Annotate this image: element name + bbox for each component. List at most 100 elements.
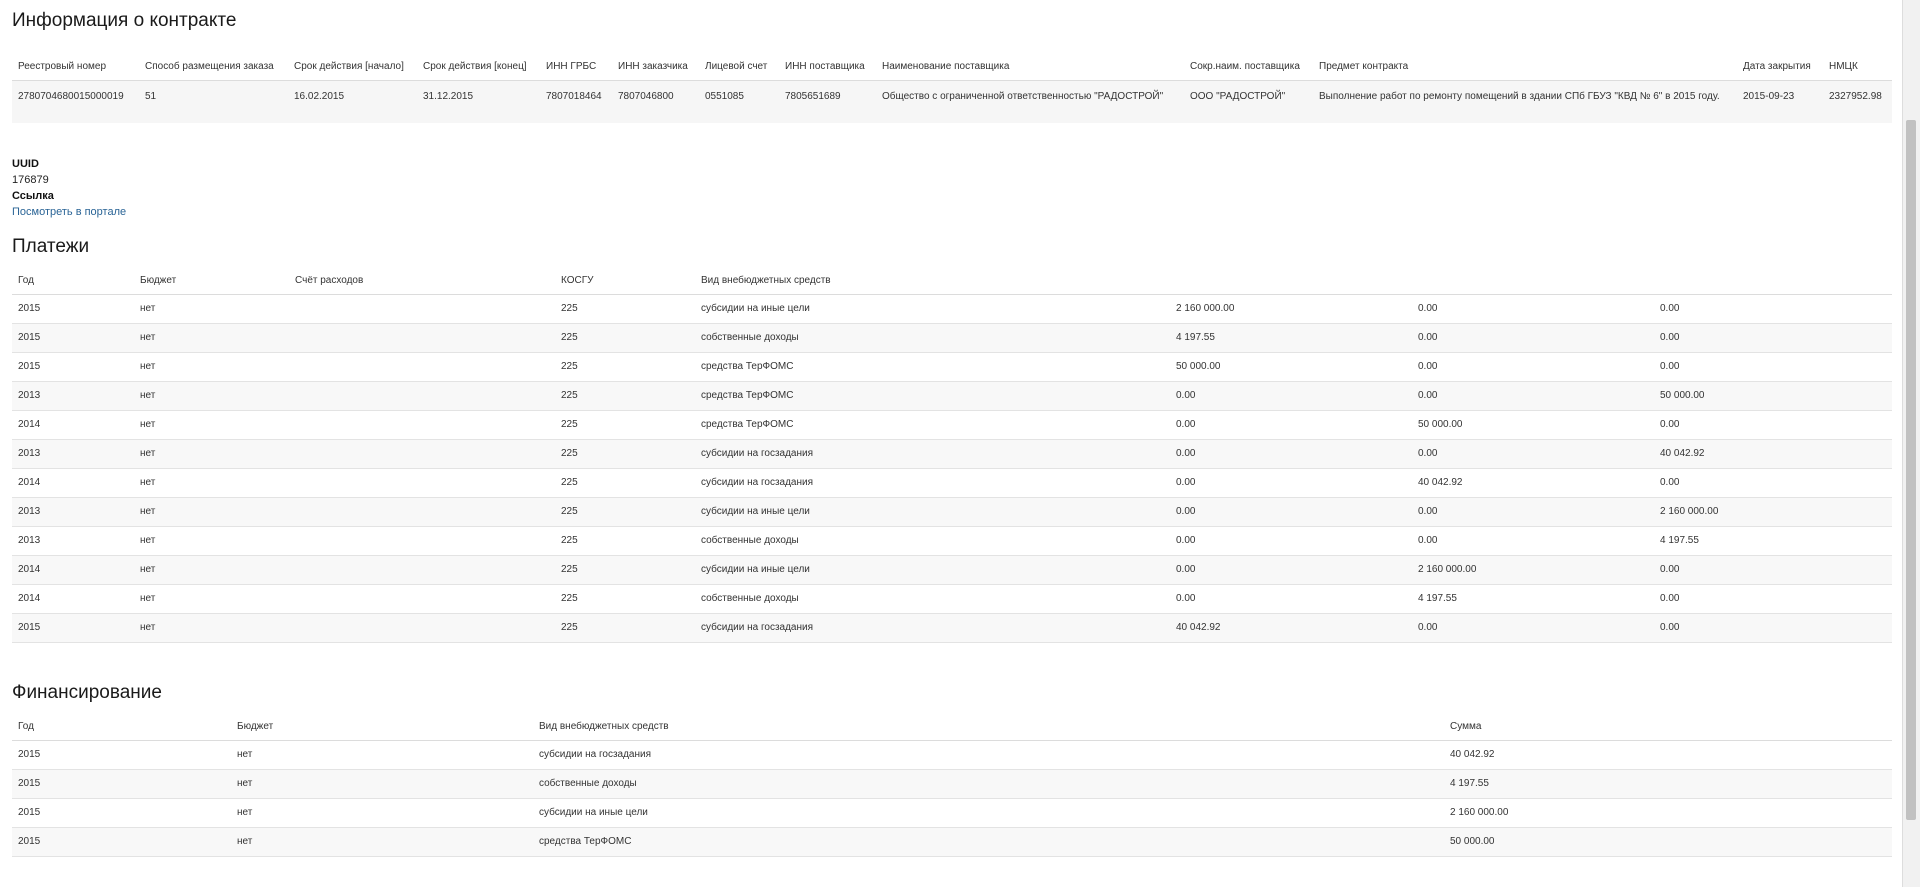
payments-row: 2015 нет 225 средства ТерФОМС 50 000.00 0.00 0… bbox=[12, 352, 1892, 382]
payments-title: Платежи bbox=[12, 236, 90, 257]
funding-cell-fund-type: субсидии на госзадания bbox=[533, 740, 1444, 770]
funding-cell-fund-type: субсидии на иные цели bbox=[533, 798, 1444, 828]
pay-col-amount-2 bbox=[1412, 268, 1654, 295]
col-supplier-name: Наименование поставщика bbox=[876, 44, 1184, 81]
payments-cell-account bbox=[289, 323, 555, 353]
payments-cell-amount-2: 4 197.55 bbox=[1412, 584, 1654, 614]
vertical-scrollbar[interactable] bbox=[1902, 0, 1920, 887]
funding-cell-sum: 40 042.92 bbox=[1444, 740, 1892, 770]
payments-cell-amount-3: 2 160 000.00 bbox=[1654, 497, 1892, 527]
col-nmck: НМЦК bbox=[1823, 44, 1892, 81]
payments-header-row: Год Бюджет Счёт расходов КОСГУ Вид внебю… bbox=[12, 268, 1892, 295]
payments-cell-fund-type: субсидии на иные цели bbox=[695, 294, 1170, 324]
payments-cell-kosgu: 225 bbox=[555, 439, 695, 469]
payments-cell-fund-type: собственные доходы bbox=[695, 526, 1170, 556]
funding-row: 2015 нет субсидии на иные цели 2 160 000.00 bbox=[12, 798, 1892, 828]
cell-account: 0551085 bbox=[699, 80, 779, 123]
cell-term-end: 31.12.2015 bbox=[417, 80, 540, 123]
payments-cell-year: 2014 bbox=[12, 468, 134, 498]
payments-row: 2014 нет 225 субсидии на иные цели 0.00 2 160… bbox=[12, 555, 1892, 585]
contract-row: 2780704680015000019 51 16.02.2015 31.12.… bbox=[12, 80, 1892, 123]
payments-cell-fund-type: субсидии на госзадания bbox=[695, 613, 1170, 643]
funding-cell-sum: 4 197.55 bbox=[1444, 769, 1892, 799]
payments-cell-amount-1: 0.00 bbox=[1170, 555, 1412, 585]
funding-title: Финансирование bbox=[12, 682, 162, 703]
funding-cell-fund-type: собственные доходы bbox=[533, 769, 1444, 799]
payments-cell-account bbox=[289, 352, 555, 382]
payments-cell-kosgu: 225 bbox=[555, 410, 695, 440]
payments-cell-amount-3: 0.00 bbox=[1654, 584, 1892, 614]
payments-cell-account bbox=[289, 497, 555, 527]
funding-table: Год Бюджет Вид внебюджетных средств Сумм… bbox=[12, 714, 1892, 857]
payments-cell-kosgu: 225 bbox=[555, 468, 695, 498]
funding-cell-sum: 2 160 000.00 bbox=[1444, 798, 1892, 828]
payments-cell-amount-2: 0.00 bbox=[1412, 381, 1654, 411]
payments-cell-amount-3: 0.00 bbox=[1654, 613, 1892, 643]
payments-cell-amount-2: 0.00 bbox=[1412, 323, 1654, 353]
payments-cell-budget: нет bbox=[134, 555, 289, 585]
payments-cell-account bbox=[289, 294, 555, 324]
fund-col-year: Год bbox=[12, 714, 231, 741]
fund-col-budget: Бюджет bbox=[231, 714, 533, 741]
pay-col-year: Год bbox=[12, 268, 134, 295]
payments-cell-amount-1: 40 042.92 bbox=[1170, 613, 1412, 643]
payments-cell-amount-3: 0.00 bbox=[1654, 468, 1892, 498]
payments-cell-amount-1: 0.00 bbox=[1170, 468, 1412, 498]
payments-cell-amount-1: 2 160 000.00 bbox=[1170, 294, 1412, 324]
payments-cell-amount-1: 50 000.00 bbox=[1170, 352, 1412, 382]
funding-row: 2015 нет субсидии на госзадания 40 042.92 bbox=[12, 740, 1892, 770]
payments-cell-year: 2013 bbox=[12, 439, 134, 469]
payments-cell-amount-1: 0.00 bbox=[1170, 410, 1412, 440]
payments-cell-amount-1: 0.00 bbox=[1170, 584, 1412, 614]
payments-cell-budget: нет bbox=[134, 584, 289, 614]
funding-row: 2015 нет средства ТерФОМС 50 000.00 bbox=[12, 827, 1892, 857]
payments-cell-amount-3: 40 042.92 bbox=[1654, 439, 1892, 469]
cell-placement-method: 51 bbox=[139, 80, 288, 123]
payments-cell-account bbox=[289, 410, 555, 440]
contract-header-row: Реестровый номер Способ размещения заказ… bbox=[12, 44, 1892, 81]
pay-col-amount-1 bbox=[1170, 268, 1412, 295]
payments-row: 2013 нет 225 субсидии на госзадания 0.00 0.00… bbox=[12, 439, 1892, 469]
col-supplier-short: Сокр.наим. поставщика bbox=[1184, 44, 1313, 81]
funding-cell-year: 2015 bbox=[12, 740, 231, 770]
payments-cell-account bbox=[289, 381, 555, 411]
payments-row: 2013 нет 225 субсидии на иные цели 0.00 0.00 2… bbox=[12, 497, 1892, 527]
payments-row: 2015 нет 225 субсидии на госзадания 40 042.9… bbox=[12, 613, 1892, 643]
payments-row: 2015 нет 225 собственные доходы 4 197.55 0.00… bbox=[12, 323, 1892, 353]
payments-cell-kosgu: 225 bbox=[555, 381, 695, 411]
col-subject: Предмет контракта bbox=[1313, 44, 1737, 81]
cell-inn-supplier: 7805651689 bbox=[779, 80, 876, 123]
pay-col-account: Счёт расходов bbox=[289, 268, 555, 295]
payments-cell-budget: нет bbox=[134, 613, 289, 643]
payments-cell-account bbox=[289, 584, 555, 614]
payments-cell-year: 2015 bbox=[12, 613, 134, 643]
portal-link[interactable]: Посмотреть в портале bbox=[12, 206, 126, 218]
scrollbar-thumb[interactable] bbox=[1906, 120, 1916, 820]
col-reg-number: Реестровый номер bbox=[12, 44, 139, 81]
payments-cell-fund-type: субсидии на госзадания bbox=[695, 468, 1170, 498]
payments-cell-amount-3: 0.00 bbox=[1654, 555, 1892, 585]
payments-cell-amount-1: 0.00 bbox=[1170, 439, 1412, 469]
payments-cell-fund-type: средства ТерФОМС bbox=[695, 352, 1170, 382]
payments-cell-account bbox=[289, 555, 555, 585]
contract-info-title: Информация о контракте bbox=[12, 10, 237, 31]
col-account: Лицевой счет bbox=[699, 44, 779, 81]
col-close-date: Дата закрытия bbox=[1737, 44, 1823, 81]
payments-cell-budget: нет bbox=[134, 381, 289, 411]
payments-cell-account bbox=[289, 439, 555, 469]
payments-cell-amount-2: 0.00 bbox=[1412, 439, 1654, 469]
payments-cell-year: 2013 bbox=[12, 497, 134, 527]
cell-subject: Выполнение работ по ремонту помещений в … bbox=[1313, 80, 1737, 123]
funding-row: 2015 нет собственные доходы 4 197.55 bbox=[12, 769, 1892, 799]
fund-col-sum: Сумма bbox=[1444, 714, 1892, 741]
cell-inn-customer: 7807046800 bbox=[612, 80, 699, 123]
funding-cell-year: 2015 bbox=[12, 798, 231, 828]
payments-cell-budget: нет bbox=[134, 323, 289, 353]
funding-cell-budget: нет bbox=[231, 769, 533, 799]
payments-cell-account bbox=[289, 468, 555, 498]
payments-cell-amount-2: 40 042.92 bbox=[1412, 468, 1654, 498]
link-label: Ссылка bbox=[12, 190, 54, 202]
payments-cell-budget: нет bbox=[134, 468, 289, 498]
payments-cell-amount-2: 0.00 bbox=[1412, 294, 1654, 324]
payments-cell-year: 2013 bbox=[12, 526, 134, 556]
